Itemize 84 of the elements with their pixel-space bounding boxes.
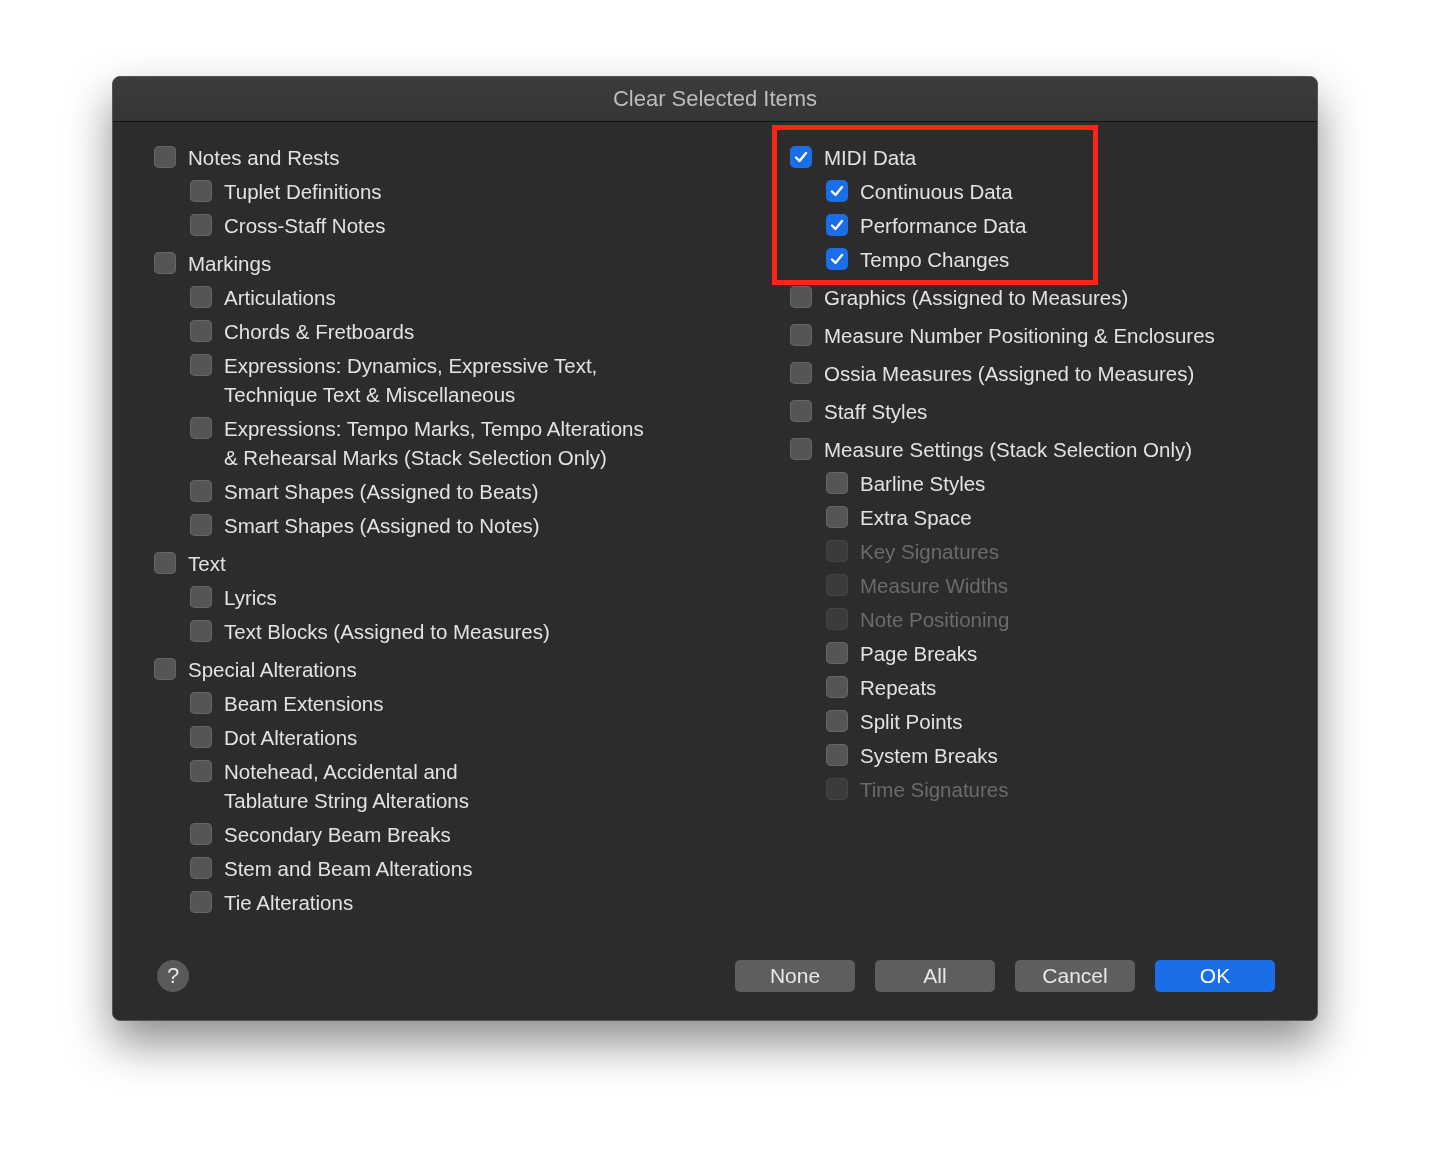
checkbox[interactable] [790,324,812,346]
checkbox[interactable] [826,472,848,494]
checkbox[interactable] [190,480,212,502]
checkbox-label: Text Blocks (Assigned to Measures) [224,618,550,645]
checkbox-label: Stem and Beam Alterations [224,855,473,882]
checkbox-label: Tuplet Definitions [224,178,382,205]
checkbox-label: Articulations [224,284,336,311]
checkbox[interactable] [190,354,212,376]
checkbox[interactable] [190,620,212,642]
checkbox-label: Markings [188,250,272,277]
checkbox-label: Notehead, Accidental and Tablature String Alterations [224,758,469,814]
checkbox[interactable] [190,760,212,782]
checkbox[interactable] [826,506,848,528]
checkbox-label: Measure Number Positioning & Enclosures [824,322,1215,349]
checkmark-icon [829,251,845,267]
help-button[interactable]: ? [157,960,189,992]
checkmark-icon [829,217,845,233]
checkbox[interactable] [826,710,848,732]
checkbox-label: Split Points [860,708,963,735]
checkbox-label: System Breaks [860,742,998,769]
checkbox-label: Measure Settings (Stack Selection Only) [824,436,1193,463]
checkbox[interactable] [190,823,212,845]
checkbox[interactable] [790,286,812,308]
checkbox-label: Measure Widths [860,572,1009,599]
checkbox[interactable] [190,180,212,202]
checkbox-label: Staff Styles [824,398,928,425]
checkbox-label: Secondary Beam Breaks [224,821,451,848]
checkbox-label: Key Signatures [860,538,1000,565]
checkbox-label: Dot Alterations [224,724,358,751]
checkbox[interactable] [826,214,848,236]
checkbox[interactable] [790,146,812,168]
checkbox-label: Expressions: Dynamics, Expressive Text, Technique Text & Miscellaneous [224,352,598,408]
checkbox[interactable] [826,642,848,664]
checkbox[interactable] [190,514,212,536]
checkbox-label: Smart Shapes (Assigned to Notes) [224,512,540,539]
checkbox-label: Tempo Changes [860,246,1010,273]
checkbox[interactable] [154,658,176,680]
checkbox[interactable] [826,180,848,202]
checkbox[interactable] [190,692,212,714]
checkbox-label: Beam Extensions [224,690,384,717]
checkbox[interactable] [826,676,848,698]
checkbox[interactable] [190,286,212,308]
dialog-button[interactable]: Cancel [1015,960,1135,992]
checkbox[interactable] [190,726,212,748]
checkbox-label: Tie Alterations [224,889,354,916]
checkbox-label: Time Signatures [860,776,1009,803]
checkbox-label: Lyrics [224,584,277,611]
checkbox[interactable] [190,320,212,342]
checkbox-label: Text [188,550,226,577]
checkmark-icon [793,149,809,165]
checkmark-icon [829,183,845,199]
checkbox-label: Extra Space [860,504,972,531]
checkbox[interactable] [190,857,212,879]
checkbox-label: Page Breaks [860,640,978,667]
dialog-button[interactable]: All [875,960,995,992]
checkbox-label: Continuous Data [860,178,1013,205]
checkbox[interactable] [790,362,812,384]
checkbox[interactable] [154,252,176,274]
checkbox-label: Expressions: Tempo Marks, Tempo Alterations & Rehearsal Marks (Stack Selection Only) [224,415,644,471]
checkbox-label: MIDI Data [824,144,917,171]
dialog-button[interactable]: None [735,960,855,992]
checkbox[interactable] [154,552,176,574]
checkbox-label: Ossia Measures (Assigned to Measures) [824,360,1195,387]
checkbox[interactable] [826,248,848,270]
checkbox[interactable] [190,417,212,439]
window-title: Clear Selected Items [612,86,818,112]
checkbox-label: Barline Styles [860,470,986,497]
checkbox-label: Smart Shapes (Assigned to Beats) [224,478,539,505]
checkbox-label: Performance Data [860,212,1027,239]
checkbox[interactable] [826,744,848,766]
checkbox-label: Graphics (Assigned to Measures) [824,284,1129,311]
checkbox-label: Special Alterations [188,656,357,683]
checkbox-label: Repeats [860,674,937,701]
checkbox[interactable] [790,400,812,422]
checkbox[interactable] [154,146,176,168]
checkbox-label: Cross-Staff Notes [224,212,386,239]
ok-button[interactable]: OK [1155,960,1275,992]
checkbox[interactable] [790,438,812,460]
checkbox[interactable] [190,891,212,913]
checkbox[interactable] [190,586,212,608]
checkbox-label: Chords & Fretboards [224,318,415,345]
checkbox-label: Note Positioning [860,606,1010,633]
checkbox-label: Notes and Rests [188,144,340,171]
checkbox[interactable] [190,214,212,236]
